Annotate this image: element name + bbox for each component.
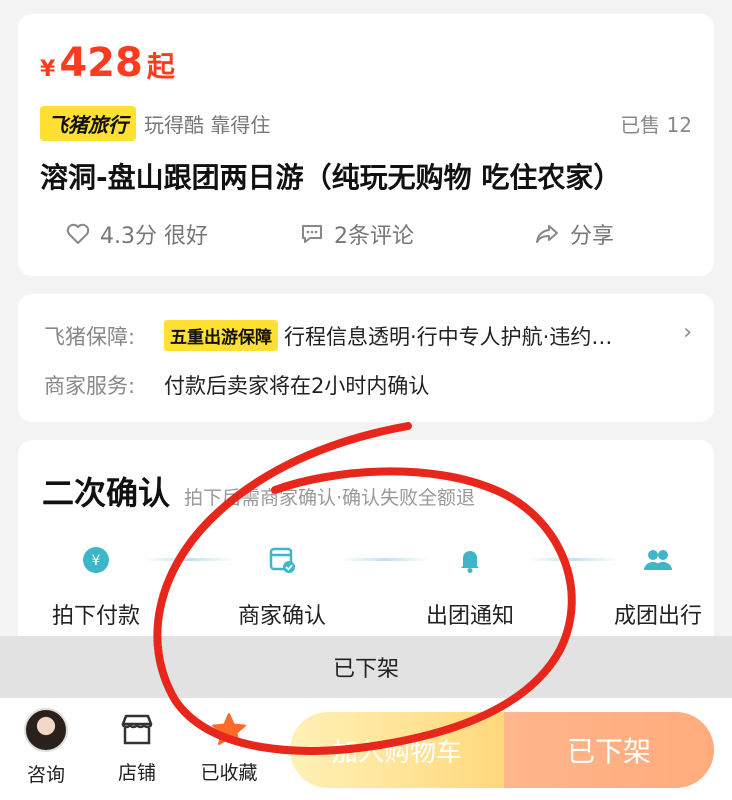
- step-label: 商家确认: [237, 604, 326, 629]
- product-title: 溶洞-盘山跟团两日游（纯玩无购物 吃住农家）: [40, 161, 622, 194]
- shop-label: 店铺: [117, 762, 156, 784]
- guarantee-row[interactable]: 飞猪保障: 五重出游保障 行程信息透明·行中专人护航·违约… ›: [44, 320, 692, 351]
- group-icon: [638, 540, 678, 580]
- share-label: 分享: [570, 224, 615, 249]
- guarantee-card[interactable]: 飞猪保障: 五重出游保障 行程信息透明·行中专人护航·违约… › 商家服务: 付…: [18, 294, 714, 422]
- product-actions: 4.3分 很好 2条评论 分享: [18, 218, 714, 258]
- guarantee-label: 飞猪保障:: [44, 324, 136, 349]
- store-icon: [121, 714, 153, 745]
- comments-button[interactable]: 2条评论: [300, 218, 414, 250]
- merchant-label: 商家服务:: [44, 374, 136, 398]
- step-label: 成团出行: [613, 604, 702, 629]
- delisted-banner: 已下架: [0, 636, 732, 698]
- avatar: [24, 708, 68, 752]
- product-card: ¥ 428 起 飞猪旅行 玩得酷 靠得住 已售 12 溶洞-盘山跟团两日游（纯玩…: [18, 14, 714, 276]
- comment-icon: [302, 225, 322, 243]
- tag-row: 飞猪旅行 玩得酷 靠得住 已售 12: [40, 105, 692, 141]
- rating-button[interactable]: 4.3分 很好: [66, 218, 208, 250]
- bottom-bar: 咨询 店铺 已收藏 加入购物车 已下架: [0, 698, 732, 800]
- price-value: 428: [59, 40, 143, 86]
- bell-icon: [450, 540, 490, 580]
- confirm-subtitle: 拍下后需商家确认·确认失败全额退: [184, 487, 476, 509]
- yen-icon: ¥: [76, 540, 116, 580]
- brand-slogan: 玩得酷 靠得住: [144, 112, 271, 137]
- step-travel: 成团出行: [588, 540, 728, 630]
- price-symbol: ¥: [40, 57, 56, 82]
- guarantee-tag: 五重出游保障: [164, 320, 278, 351]
- share-button[interactable]: 分享: [534, 218, 614, 250]
- consult-label: 咨询: [26, 764, 65, 786]
- consult-button[interactable]: 咨询: [11, 708, 81, 787]
- delisted-button[interactable]: 已下架: [504, 712, 714, 788]
- confirm-title: 二次确认: [42, 474, 171, 512]
- brand-tag: 飞猪旅行: [40, 105, 136, 141]
- sold-count: 已售 12: [620, 112, 692, 137]
- comments-label: 2条评论: [334, 224, 414, 249]
- star-icon: [212, 713, 246, 745]
- step-notice: 出团通知: [400, 540, 540, 630]
- add-to-cart-button[interactable]: 加入购物车: [290, 712, 504, 788]
- price-suffix: 起: [146, 50, 175, 83]
- step-pay: ¥ 拍下付款: [26, 540, 166, 630]
- guarantee-text: 行程信息透明·行中专人护航·违约…: [284, 324, 613, 349]
- shop-check-icon: [262, 540, 302, 580]
- merchant-service-row: 商家服务: 付款后卖家将在2小时内确认: [44, 370, 692, 400]
- step-label: 拍下付款: [51, 604, 140, 629]
- step-label: 出团通知: [425, 604, 514, 629]
- heart-icon: [66, 223, 90, 244]
- favorite-button[interactable]: 已收藏: [194, 708, 264, 785]
- favorite-label: 已收藏: [200, 762, 258, 784]
- shop-button[interactable]: 店铺: [102, 708, 172, 785]
- merchant-text: 付款后卖家将在2小时内确认: [164, 374, 430, 398]
- price: ¥ 428 起: [40, 40, 175, 86]
- confirm-header: 二次确认 拍下后需商家确认·确认失败全额退: [42, 468, 475, 514]
- step-merchant: 商家确认: [212, 540, 352, 630]
- svg-text:¥: ¥: [92, 553, 101, 569]
- share-icon: [536, 225, 558, 243]
- rating-label: 4.3分 很好: [100, 224, 208, 249]
- chevron-right-icon: ›: [683, 320, 692, 345]
